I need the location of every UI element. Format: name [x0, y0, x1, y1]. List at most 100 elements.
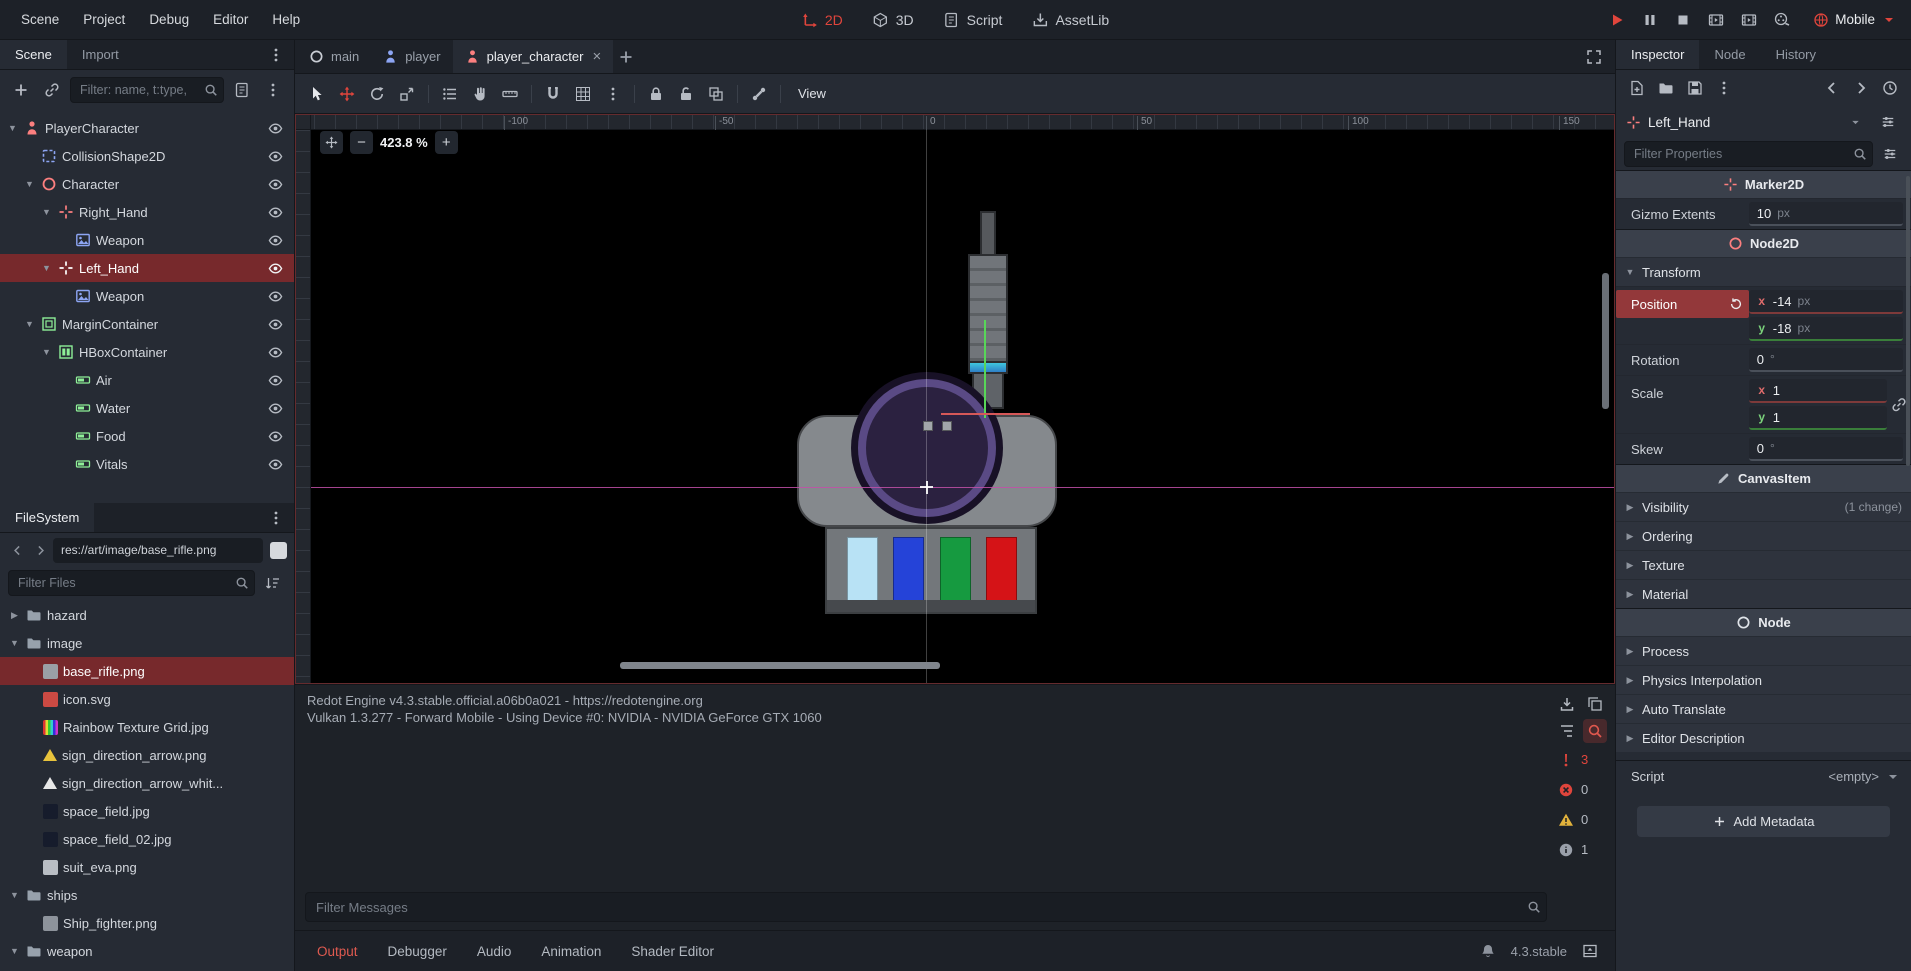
scene-node-character[interactable]: ▼ Character	[0, 170, 294, 198]
link-scale-icon[interactable]	[1891, 396, 1907, 413]
workspace-script[interactable]: Script	[934, 8, 1013, 32]
file-rainbow-texture-grid-jpg[interactable]: Rainbow Texture Grid.jpg	[0, 713, 294, 741]
distraction-free-button[interactable]	[1581, 44, 1607, 70]
workspace-assetlib[interactable]: AssetLib	[1022, 8, 1119, 32]
stop-button[interactable]	[1671, 8, 1695, 32]
collapse-arrow-icon[interactable]: ▼	[8, 638, 21, 648]
add-node-button[interactable]	[8, 77, 34, 103]
visibility-eye-icon[interactable]	[264, 257, 286, 279]
position-x-field[interactable]: x -14 px	[1748, 290, 1903, 314]
play-scene-button[interactable]	[1704, 8, 1728, 32]
gizmo-y-axis[interactable]	[984, 320, 986, 418]
new-resource-button[interactable]	[1624, 75, 1650, 101]
scene-node-air[interactable]: Air	[0, 366, 294, 394]
collapse-arrow-icon[interactable]: ▼	[6, 123, 19, 133]
scene-dock-options-button[interactable]	[263, 42, 289, 68]
bottom-tab-debugger[interactable]: Debugger	[374, 937, 461, 966]
pause-button[interactable]	[1638, 8, 1662, 32]
group-ordering[interactable]: ▶ Ordering	[1616, 521, 1911, 550]
filter-messages-input[interactable]	[305, 892, 1547, 922]
scene-node-food[interactable]: Food	[0, 422, 294, 450]
scene-dock-menu-button[interactable]	[260, 77, 286, 103]
close-tab-icon[interactable]: ×	[592, 48, 601, 65]
property-filter-input[interactable]	[1624, 141, 1873, 167]
collapse-arrow-icon[interactable]: ▼	[23, 179, 36, 189]
save-resource-button[interactable]	[1682, 75, 1708, 101]
menu-scene[interactable]: Scene	[10, 7, 70, 32]
ruler-tool[interactable]	[496, 80, 524, 108]
visibility-eye-icon[interactable]	[264, 201, 286, 223]
zoom-level[interactable]: 423.8 %	[380, 135, 428, 150]
visibility-eye-icon[interactable]	[264, 145, 286, 167]
file-hazard[interactable]: ▶ hazard	[0, 601, 294, 629]
pan-tool[interactable]	[466, 80, 494, 108]
menu-project[interactable]: Project	[72, 7, 136, 32]
instance-scene-button[interactable]	[39, 77, 65, 103]
bottom-tab-output[interactable]: Output	[303, 937, 372, 966]
file-space-field-02-jpg[interactable]: space_field_02.jpg	[0, 825, 294, 853]
history-button[interactable]	[1877, 75, 1903, 101]
collapse-arrow-icon[interactable]: ▼	[40, 263, 53, 273]
expand-bottom-panel-button[interactable]	[1577, 938, 1603, 964]
file-ships[interactable]: ▼ ships	[0, 881, 294, 909]
file-image[interactable]: ▼ image	[0, 629, 294, 657]
skew-value-field[interactable]: 0 °	[1748, 437, 1903, 461]
scene-filter-input[interactable]	[70, 77, 224, 103]
history-back-button[interactable]	[1819, 75, 1845, 101]
filter-errors-and-warnings-toggle[interactable]: 3	[1555, 746, 1607, 773]
menu-debug[interactable]: Debug	[138, 7, 200, 32]
scene-node-weapon[interactable]: Weapon	[0, 282, 294, 310]
bottom-tab-shader-editor[interactable]: Shader Editor	[617, 937, 728, 966]
dock-tab-import[interactable]: Import	[67, 40, 134, 69]
dock-tab-history[interactable]: History	[1761, 40, 1831, 69]
visibility-eye-icon[interactable]	[264, 453, 286, 475]
select-tool[interactable]	[303, 80, 331, 108]
bottom-tab-audio[interactable]: Audio	[463, 937, 526, 966]
workspace-2d[interactable]: 2D	[792, 8, 853, 32]
scene-node-left-hand[interactable]: ▼ Left_Hand	[0, 254, 294, 282]
workspace-3d[interactable]: 3D	[863, 8, 924, 32]
fs-forward-button[interactable]	[30, 539, 50, 561]
add-metadata-button[interactable]: Add Metadata	[1636, 806, 1891, 837]
group-physics-interpolation[interactable]: ▶ Physics Interpolation	[1616, 665, 1911, 694]
movie-maker-button[interactable]	[1770, 8, 1794, 32]
group-material[interactable]: ▶ Material	[1616, 579, 1911, 608]
play-custom-scene-button[interactable]	[1737, 8, 1761, 32]
file-icon-svg[interactable]: icon.svg	[0, 685, 294, 713]
scene-node-water[interactable]: Water	[0, 394, 294, 422]
file-base-rifle-png[interactable]: base_rifle.png	[0, 657, 294, 685]
script-value-dropdown[interactable]: <empty>	[1828, 769, 1901, 785]
file-filter-input[interactable]	[8, 570, 255, 596]
gizmo-x-axis[interactable]	[941, 413, 1030, 415]
history-forward-button[interactable]	[1848, 75, 1874, 101]
split-mode-toggle[interactable]	[270, 541, 287, 559]
group-texture[interactable]: ▶ Texture	[1616, 550, 1911, 579]
scene-node-right-hand[interactable]: ▼ Right_Hand	[0, 198, 294, 226]
group-auto-translate[interactable]: ▶ Auto Translate	[1616, 694, 1911, 723]
smart-snap-toggle[interactable]	[539, 80, 567, 108]
search-log-button[interactable]	[1583, 719, 1607, 743]
dock-tab-inspector[interactable]: Inspector	[1616, 40, 1700, 69]
scene-node-margincontainer[interactable]: ▼ MarginContainer	[0, 310, 294, 338]
play-button[interactable]	[1605, 8, 1629, 32]
file-sort-button[interactable]	[260, 570, 286, 596]
move-tool[interactable]	[333, 80, 361, 108]
visibility-eye-icon[interactable]	[264, 369, 286, 391]
list-select-tool[interactable]	[436, 80, 464, 108]
file-space-field-jpg[interactable]: space_field.jpg	[0, 797, 294, 825]
visibility-eye-icon[interactable]	[264, 397, 286, 419]
revert-property-icon[interactable]	[1729, 297, 1743, 311]
scale-y-field[interactable]: y1	[1748, 406, 1887, 430]
file-weapon[interactable]: ▼ weapon	[0, 937, 294, 965]
2d-viewport[interactable]: -100 -50 0 50 100 150 − 423.8 % +	[295, 114, 1615, 684]
group-visibility[interactable]: ▶ Visibility (1 change)	[1616, 492, 1911, 521]
scale-x-field[interactable]: x1	[1748, 379, 1887, 403]
scene-tab-main[interactable]: main	[297, 40, 371, 73]
visibility-eye-icon[interactable]	[264, 313, 286, 335]
zoom-in-button[interactable]: +	[434, 131, 458, 154]
rotation-value-field[interactable]: 0 °	[1748, 348, 1903, 372]
pan-mode-button[interactable]	[320, 131, 343, 154]
inspector-scrollbar[interactable]	[1906, 176, 1910, 466]
collapse-arrow-icon[interactable]: ▼	[23, 319, 36, 329]
collapse-arrow-icon[interactable]: ▼	[8, 946, 21, 956]
